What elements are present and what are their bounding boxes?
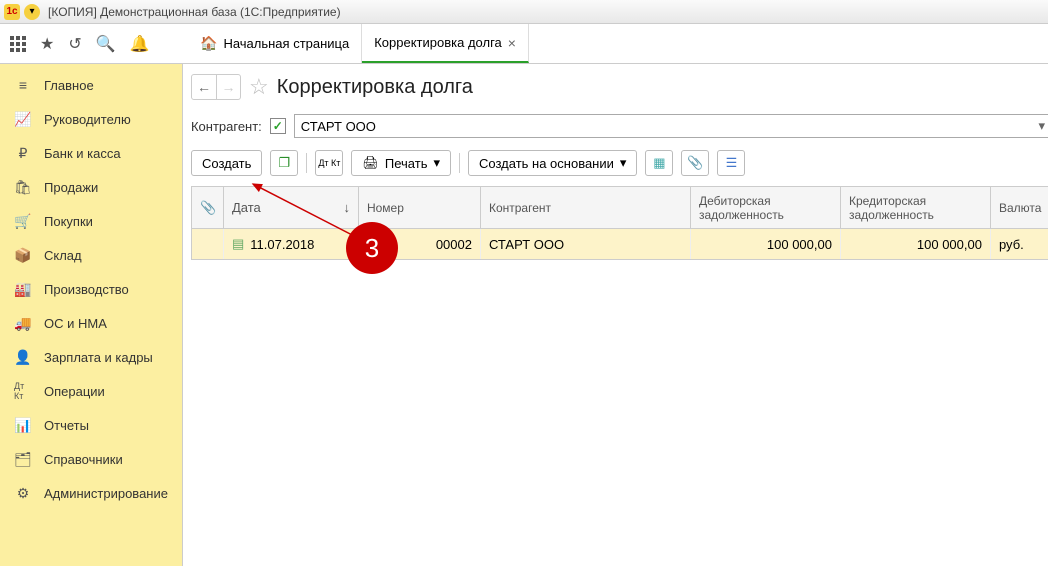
sidebar-item-production[interactable]: 🏭Производство xyxy=(0,272,182,306)
tab-label: Корректировка долга xyxy=(374,35,502,50)
factory-icon: 🏭 xyxy=(14,280,32,298)
sidebar: ≡Главное 📈Руководителю ₽Банк и касса 🛍Пр… xyxy=(0,64,183,566)
create-based-on-button[interactable]: Создать на основании▾ xyxy=(468,150,637,176)
ruble-icon: ₽ xyxy=(14,144,32,162)
chart-up-icon: 📈 xyxy=(14,110,32,128)
sidebar-item-main[interactable]: ≡Главное xyxy=(0,68,182,102)
copy-button[interactable]: ❐ xyxy=(270,150,298,176)
cart-icon: 🛒 xyxy=(14,212,32,230)
close-icon[interactable]: × xyxy=(508,35,516,51)
menu-icon: ≡ xyxy=(14,76,32,94)
th-credit[interactable]: Кредиторская задолженность xyxy=(841,187,991,228)
chevron-down-icon[interactable]: ▾ xyxy=(1038,118,1045,134)
star-icon[interactable]: ★ xyxy=(40,34,54,54)
chevron-down-icon: ▾ xyxy=(620,155,627,171)
bars-icon: 📊 xyxy=(14,416,32,434)
sidebar-item-warehouse[interactable]: 📦Склад xyxy=(0,238,182,272)
search-icon[interactable]: 🔍 xyxy=(96,34,116,54)
filter-label: Контрагент: xyxy=(191,119,262,134)
filter-checkbox[interactable]: ✓ xyxy=(270,118,286,134)
back-button[interactable]: ← xyxy=(192,75,216,99)
tab-korrektirovka[interactable]: Корректировка долга × xyxy=(362,24,529,63)
history-icon[interactable]: ↺ xyxy=(68,34,81,54)
sidebar-item-manager[interactable]: 📈Руководителю xyxy=(0,102,182,136)
sidebar-item-operations[interactable]: Дт КтОперации xyxy=(0,374,182,408)
window-title: [КОПИЯ] Демонстрационная база (1С:Предпр… xyxy=(48,5,341,19)
sidebar-item-reports[interactable]: 📊Отчеты xyxy=(0,408,182,442)
sidebar-item-admin[interactable]: ⚙Администрирование xyxy=(0,476,182,510)
th-attach[interactable]: 📎 xyxy=(192,187,224,228)
sidebar-item-sales[interactable]: 🛍Продажи xyxy=(0,170,182,204)
th-kontragent[interactable]: Контрагент xyxy=(481,187,691,228)
registry-icon: ▦ xyxy=(653,155,665,171)
printer-icon: 🖨 xyxy=(362,155,379,171)
forward-button[interactable]: → xyxy=(216,75,240,99)
sidebar-item-purchases[interactable]: 🛒Покупки xyxy=(0,204,182,238)
list-icon: ☰ xyxy=(726,155,738,171)
person-icon: 👤 xyxy=(14,348,32,366)
gear-icon: ⚙ xyxy=(14,484,32,502)
annotation-step-3: 3 xyxy=(346,222,398,274)
create-button[interactable]: Создать xyxy=(191,150,262,176)
dropdown-circle-icon[interactable]: ▾ xyxy=(24,4,40,20)
document-icon: ▤ xyxy=(232,236,244,252)
favorite-star-icon[interactable]: ☆ xyxy=(249,74,269,100)
table-header: 📎 Дата↓ Номер Контрагент Дебиторская зад… xyxy=(192,187,1048,229)
print-button[interactable]: 🖨Печать▾ xyxy=(351,150,451,176)
top-toolbar: ★ ↺ 🔍 🔔 🏠 Начальная страница Корректиров… xyxy=(0,24,1048,64)
dtkt-icon: Дт Кт xyxy=(318,159,340,168)
sidebar-item-directories[interactable]: 🗂Справочники xyxy=(0,442,182,476)
th-debit[interactable]: Дебиторская задолженность xyxy=(691,187,841,228)
boxes-icon: 📦 xyxy=(14,246,32,264)
sidebar-item-assets[interactable]: 🚚ОС и НМА xyxy=(0,306,182,340)
attachment-button[interactable]: 📎 xyxy=(681,150,709,176)
window-titlebar: 1c ▾ [КОПИЯ] Демонстрационная база (1С:П… xyxy=(0,0,1048,24)
list-button[interactable]: ☰ xyxy=(717,150,745,176)
paperclip-icon: 📎 xyxy=(687,155,703,171)
bell-icon[interactable]: 🔔 xyxy=(130,34,150,54)
sidebar-item-bank[interactable]: ₽Банк и касса xyxy=(0,136,182,170)
apps-grid-icon[interactable] xyxy=(10,36,26,52)
documents-table: 📎 Дата↓ Номер Контрагент Дебиторская зад… xyxy=(191,186,1048,260)
th-date[interactable]: Дата↓ xyxy=(224,187,359,228)
folder-icon: 🗂 xyxy=(14,450,32,468)
paperclip-icon: 📎 xyxy=(200,200,216,216)
dtkt-icon: Дт Кт xyxy=(14,382,32,400)
th-currency[interactable]: Валюта xyxy=(991,187,1048,228)
table-row[interactable]: ▤11.07.2018 00002 СТАРТ ООО 100 000,00 1… xyxy=(192,229,1048,259)
truck-icon: 🚚 xyxy=(14,314,32,332)
filter-kontragent-input[interactable]: СТАРТ ООО ▾ xyxy=(294,114,1048,138)
bag-icon: 🛍 xyxy=(14,178,32,196)
sidebar-item-hr[interactable]: 👤Зарплата и кадры xyxy=(0,340,182,374)
nav-buttons: ← → xyxy=(191,74,241,100)
tab-home[interactable]: 🏠 Начальная страница xyxy=(188,24,362,63)
chevron-down-icon: ▾ xyxy=(433,155,440,171)
dtkt-button[interactable]: Дт Кт xyxy=(315,150,343,176)
tab-label: Начальная страница xyxy=(223,36,349,51)
page-title: Корректировка долга xyxy=(277,76,473,99)
copy-icon: ❐ xyxy=(279,155,291,171)
registry-button[interactable]: ▦ xyxy=(645,150,673,176)
app-1c-icon: 1c xyxy=(4,4,20,20)
content-area: ← → ☆ Корректировка долга Контрагент: ✓ … xyxy=(183,64,1048,566)
home-icon: 🏠 xyxy=(200,35,217,52)
sort-asc-icon: ↓ xyxy=(343,200,350,215)
